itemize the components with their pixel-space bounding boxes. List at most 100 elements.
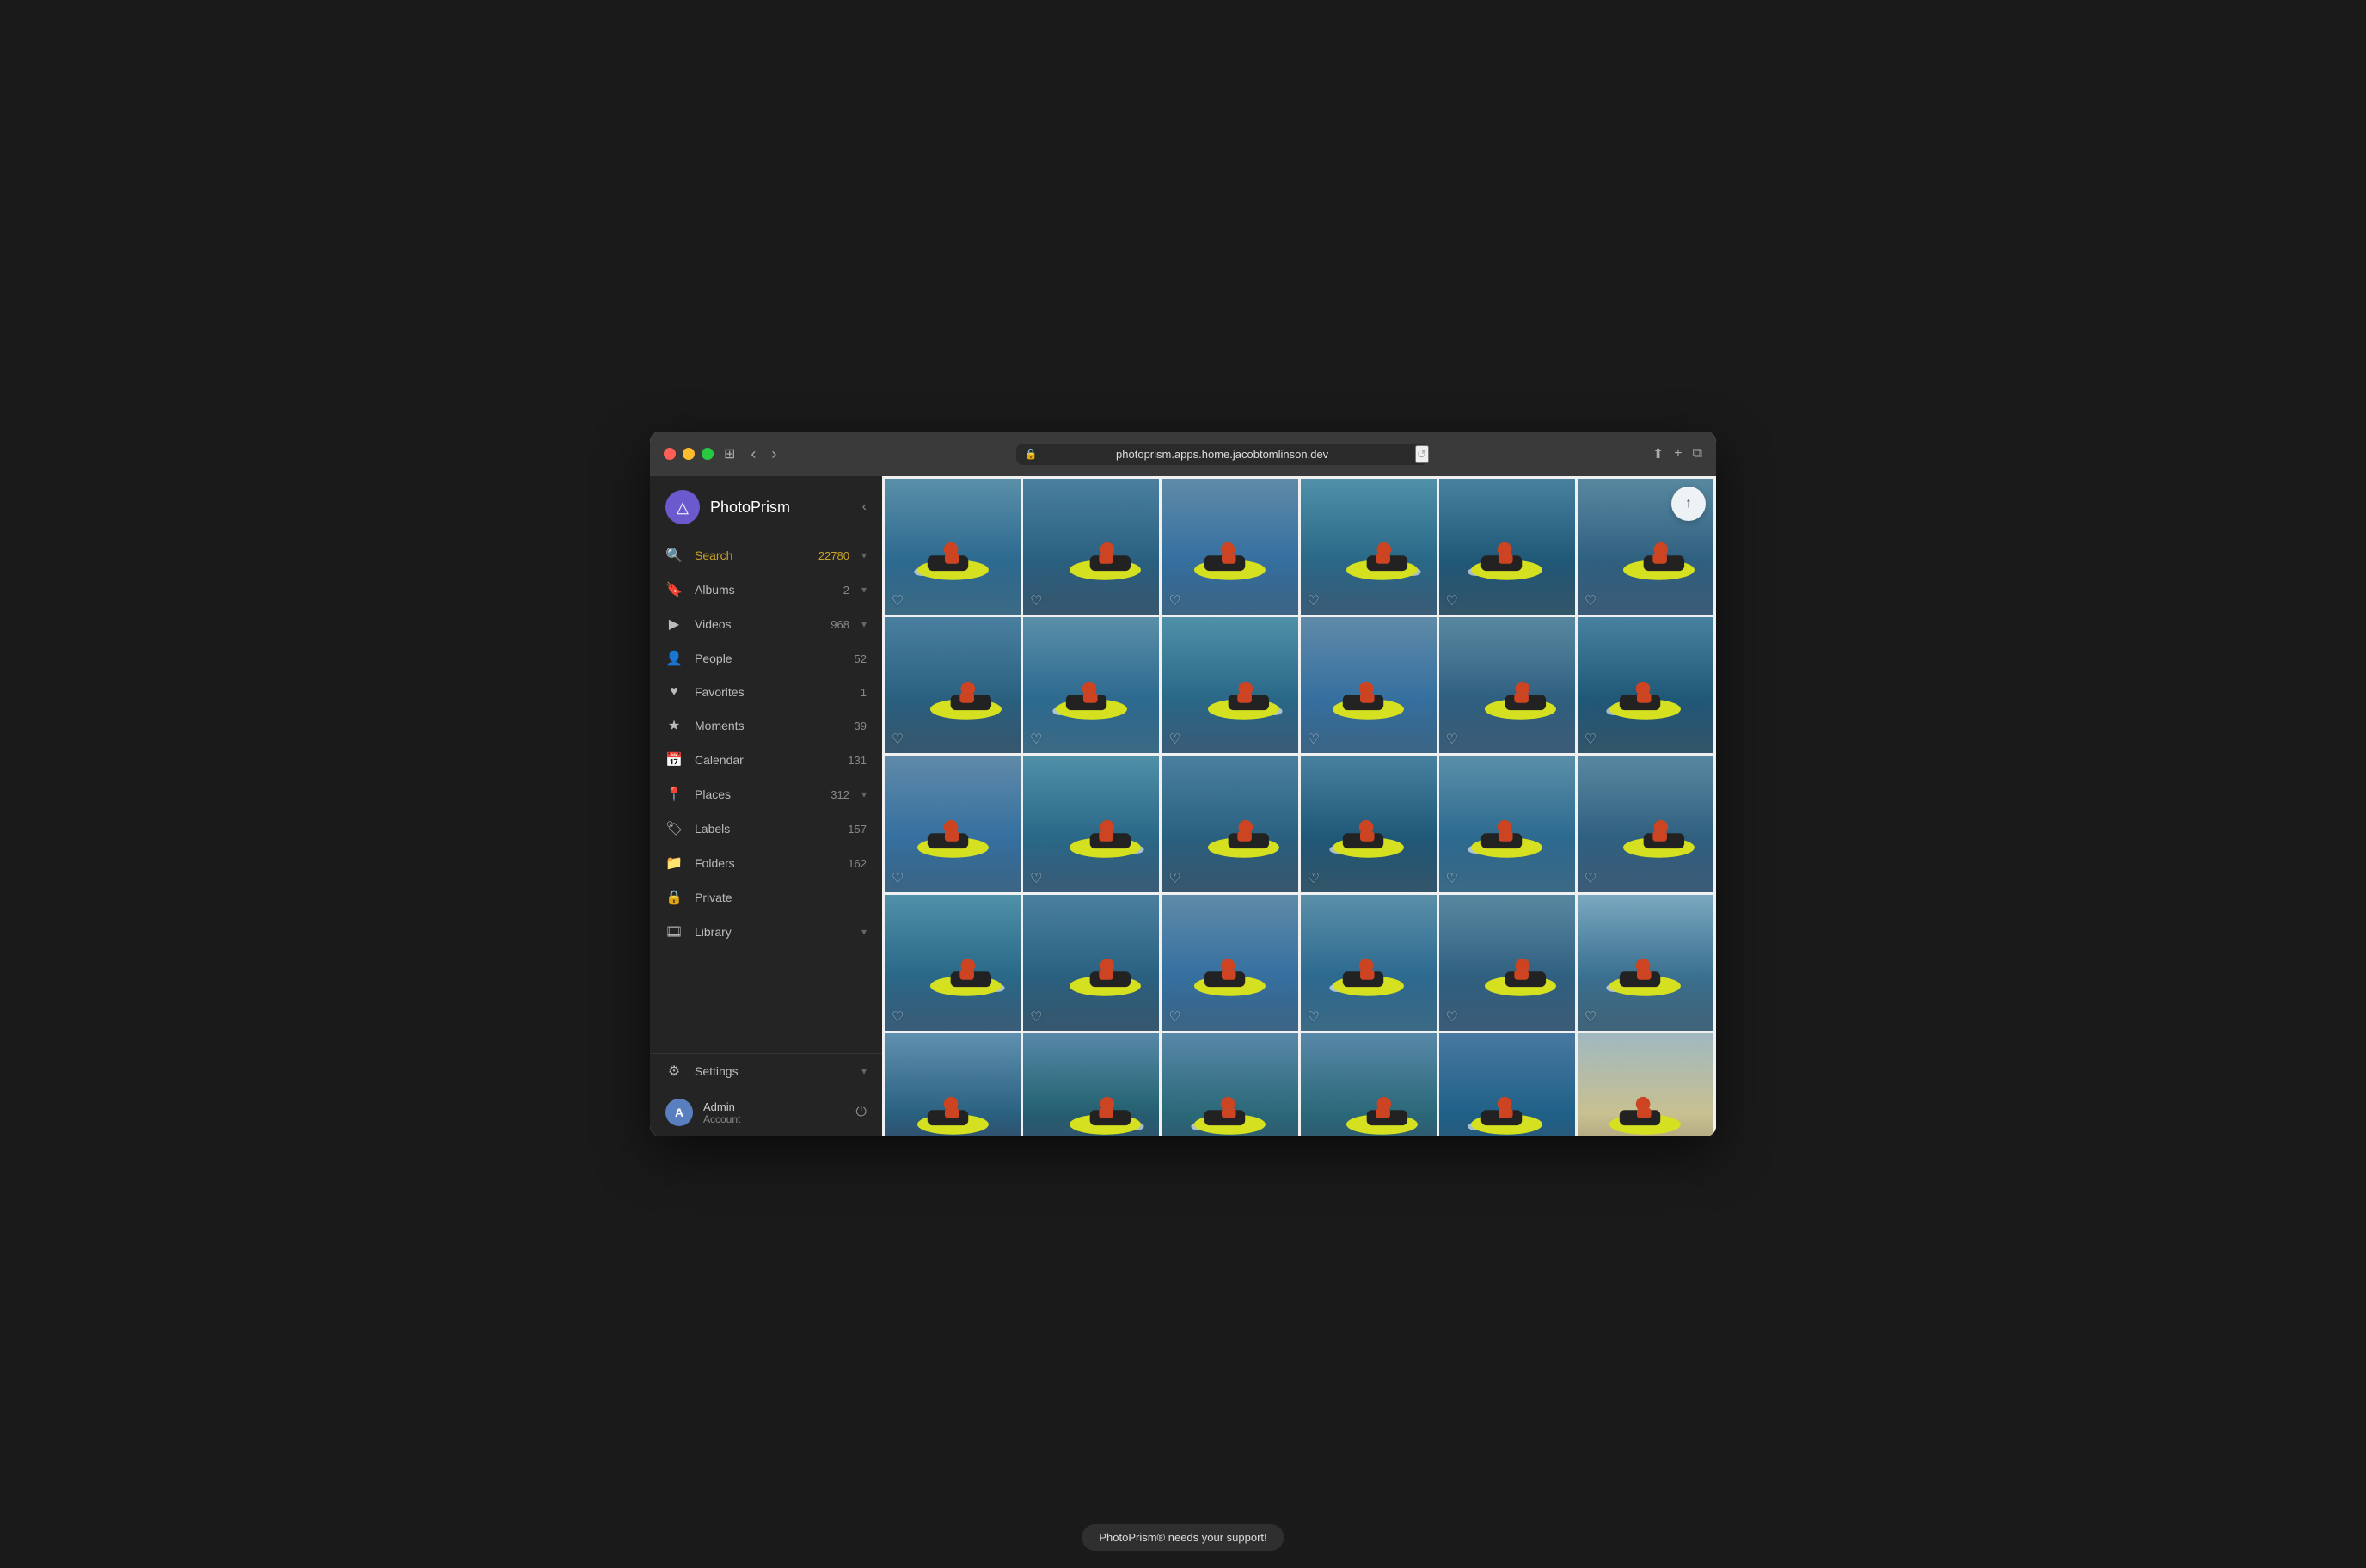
photo-cell[interactable]: ♡: [1578, 756, 1713, 891]
photo-cell[interactable]: ♡: [1023, 479, 1159, 615]
reload-button[interactable]: ↺: [1415, 445, 1429, 463]
sidebar-item-private[interactable]: 🔒 Private: [650, 880, 882, 915]
photo-cell[interactable]: ♡: [1301, 1033, 1437, 1136]
jetski-container: [1341, 519, 1423, 594]
photo-cell[interactable]: ♡: [885, 756, 1021, 891]
jetski-svg: [1604, 1074, 1686, 1136]
photo-cell[interactable]: ♡: [1023, 895, 1159, 1031]
photo-cell[interactable]: ♡: [1162, 1033, 1297, 1136]
favorite-button[interactable]: ♡: [1308, 870, 1320, 887]
favorite-button[interactable]: ♡: [1030, 592, 1042, 609]
photo-cell[interactable]: ♡: [1301, 895, 1437, 1031]
share-button[interactable]: ⬆: [1652, 445, 1664, 462]
favorite-button[interactable]: ♡: [1446, 592, 1458, 609]
photo-cell[interactable]: ♡: [1023, 756, 1159, 891]
sidebar-item-places[interactable]: 📍 Places 312 ▾: [650, 777, 882, 812]
photo-cell[interactable]: ♡: [885, 617, 1021, 753]
sidebar-item-videos[interactable]: ▶ Videos 968 ▾: [650, 607, 882, 641]
photo-scene: [1023, 617, 1159, 753]
favorite-button[interactable]: ♡: [1446, 731, 1458, 748]
favorite-button[interactable]: ♡: [1168, 592, 1180, 609]
photo-cell[interactable]: ♡: [885, 1033, 1021, 1136]
favorites-label: Favorites: [695, 685, 849, 699]
photo-cell[interactable]: ♡: [1578, 1033, 1713, 1136]
jetski-container: [1604, 1074, 1686, 1136]
jetski-container: [1327, 658, 1409, 733]
sidebar-item-albums[interactable]: 🔖 Albums 2 ▾: [650, 573, 882, 607]
sidebar-item-favorites[interactable]: ♥ Favorites 1: [650, 676, 882, 708]
account-row[interactable]: A Admin Account ⏻: [650, 1088, 882, 1136]
back-button[interactable]: ‹: [745, 444, 761, 465]
jetski-container: [1480, 935, 1561, 1010]
power-button[interactable]: ⏻: [855, 1105, 867, 1120]
search-count: 22780: [818, 549, 849, 562]
photo-cell[interactable]: ♡: [885, 479, 1021, 615]
sidebar-item-moments[interactable]: ★ Moments 39: [650, 708, 882, 743]
content-area[interactable]: ↑ ♡♡♡♡♡♡♡♡♡♡♡♡♡♡♡♡♡♡♡♡♡♡♡♡♡♡♡♡♡♡ PhotoPr…: [882, 476, 1716, 1136]
photo-cell[interactable]: ♡: [1162, 756, 1297, 891]
sidebar-item-people[interactable]: 👤 People 52: [650, 641, 882, 676]
sidebar-item-search[interactable]: 🔍 Search 22780 ▾: [650, 538, 882, 573]
photo-cell[interactable]: ♡: [1439, 479, 1575, 615]
photo-cell[interactable]: ♡: [1301, 617, 1437, 753]
sidebar-collapse-button[interactable]: ‹: [862, 499, 867, 515]
close-button[interactable]: [664, 448, 676, 460]
photo-cell[interactable]: ♡: [1023, 1033, 1159, 1136]
favorite-button[interactable]: ♡: [1584, 731, 1597, 748]
sidebar-item-folders[interactable]: 📁 Folders 162: [650, 846, 882, 880]
photo-cell[interactable]: ♡: [1162, 895, 1297, 1031]
favorite-button[interactable]: ♡: [1584, 1008, 1597, 1026]
labels-label: Labels: [695, 822, 836, 836]
photo-scene: [1162, 479, 1297, 615]
maximize-button[interactable]: [702, 448, 714, 460]
favorite-button[interactable]: ♡: [1030, 1008, 1042, 1026]
jetski-container: [1341, 1074, 1423, 1136]
jetski-container: [1064, 519, 1146, 594]
favorite-button[interactable]: ♡: [1168, 731, 1180, 748]
sidebar-item-labels[interactable]: 🏷 Labels 157: [650, 812, 882, 846]
favorite-button[interactable]: ♡: [1168, 870, 1180, 887]
photo-cell[interactable]: ♡: [885, 895, 1021, 1031]
photo-cell[interactable]: ♡: [1301, 479, 1437, 615]
photo-cell[interactable]: ♡: [1439, 756, 1575, 891]
url-input[interactable]: [1016, 444, 1429, 465]
app-window: ⊞ ‹ › 🔒 ↺ ⬆ + ⧉ △ PhotoPrism ‹: [650, 432, 1716, 1136]
jetski-svg: [1189, 935, 1271, 1010]
favorite-button[interactable]: ♡: [1308, 1008, 1320, 1026]
favorite-button[interactable]: ♡: [1030, 870, 1042, 887]
favorite-button[interactable]: ♡: [892, 592, 904, 609]
scroll-top-button[interactable]: ↑: [1671, 487, 1706, 521]
jetski-container: [1203, 658, 1284, 733]
photo-cell[interactable]: ♡: [1578, 617, 1713, 753]
photo-cell[interactable]: ♡: [1439, 1033, 1575, 1136]
photo-cell[interactable]: ♡: [1301, 756, 1437, 891]
favorite-button[interactable]: ♡: [1308, 731, 1320, 748]
photo-cell[interactable]: ♡: [1023, 617, 1159, 753]
forward-button[interactable]: ›: [766, 444, 782, 465]
sidebar-toggle-button[interactable]: ⊞: [724, 445, 735, 462]
favorite-button[interactable]: ♡: [1584, 592, 1597, 609]
favorite-button[interactable]: ♡: [1030, 731, 1042, 748]
favorite-button[interactable]: ♡: [1308, 592, 1320, 609]
photo-cell[interactable]: ♡: [1439, 617, 1575, 753]
photo-cell[interactable]: ♡: [1162, 617, 1297, 753]
sidebar-item-library[interactable]: 🎞 Library ▾: [650, 915, 882, 949]
sidebar-item-settings[interactable]: ⚙ Settings ▾: [650, 1054, 882, 1088]
favorite-button[interactable]: ♡: [1446, 870, 1458, 887]
photo-cell[interactable]: ♡: [1578, 895, 1713, 1031]
favorite-button[interactable]: ♡: [1584, 870, 1597, 887]
favorite-button[interactable]: ♡: [1446, 1008, 1458, 1026]
favorite-button[interactable]: ♡: [1168, 1008, 1180, 1026]
favorite-button[interactable]: ♡: [892, 870, 904, 887]
favorite-button[interactable]: ♡: [892, 1008, 904, 1026]
minimize-button[interactable]: [683, 448, 695, 460]
split-view-button[interactable]: ⧉: [1693, 446, 1702, 462]
sidebar-item-calendar[interactable]: 📅 Calendar 131: [650, 743, 882, 777]
account-sub: Account: [703, 1113, 845, 1125]
new-tab-button[interactable]: +: [1674, 446, 1682, 462]
favorite-button[interactable]: ♡: [892, 731, 904, 748]
jetski-svg: [1189, 519, 1271, 594]
photo-cell[interactable]: ♡: [1162, 479, 1297, 615]
photo-cell[interactable]: ♡: [1439, 895, 1575, 1031]
photo-scene: [1439, 1033, 1575, 1136]
